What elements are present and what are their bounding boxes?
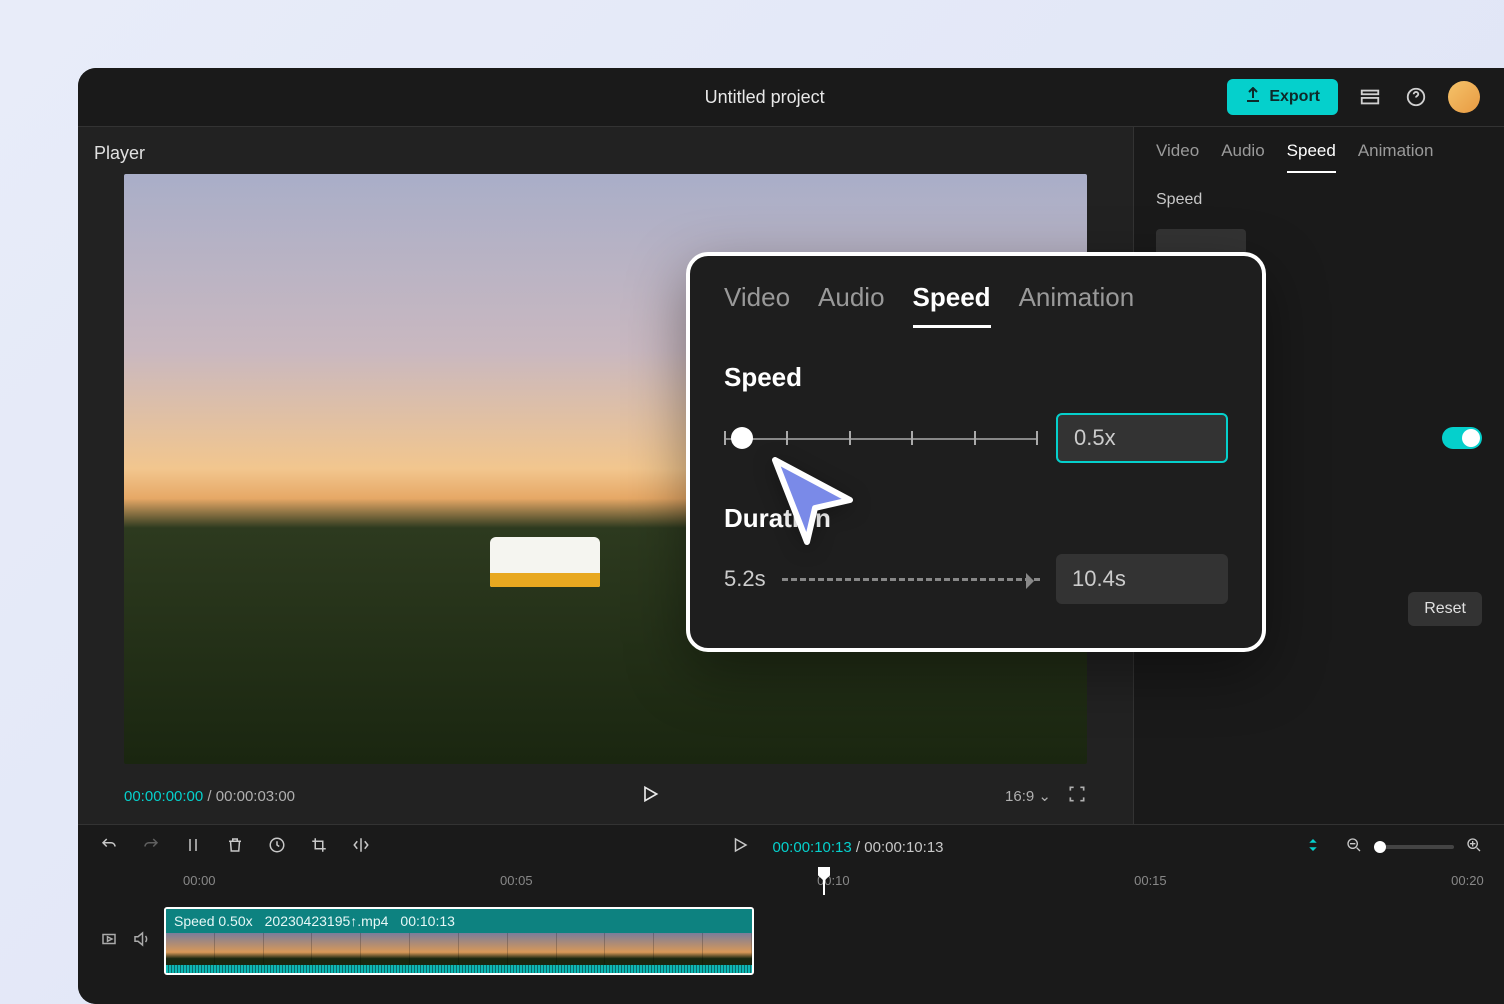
popup-tab-speed[interactable]: Speed — [913, 282, 991, 328]
avatar[interactable] — [1448, 81, 1480, 113]
timeline-toolbar: 00:00:10:13 / 00:00:10:13 — [78, 825, 1504, 869]
clip-header: Speed 0.50x 20230423195↑.mp4 00:10:13 — [166, 909, 752, 933]
duration-row: 5.2s 10.4s — [724, 554, 1228, 604]
clip-duration: 00:10:13 — [400, 913, 455, 929]
side-tabs: Video Audio Speed Animation — [1156, 141, 1482, 173]
zoom-out-icon[interactable] — [1346, 837, 1362, 857]
popup-tab-animation[interactable]: Animation — [1019, 282, 1135, 328]
undo-icon[interactable] — [100, 836, 118, 858]
aspect-controls: 16:9 ⌄ — [1005, 784, 1087, 808]
player-controls: 00:00:00:00 / 00:00:03:00 16:9 ⌄ — [94, 774, 1117, 808]
redo-icon[interactable] — [142, 836, 160, 858]
arrow-icon — [782, 578, 1040, 581]
aspect-ratio-select[interactable]: 16:9 ⌄ — [1005, 787, 1051, 805]
ruler-tick: 00:15 — [1134, 873, 1167, 888]
chevron-down-icon: ⌄ — [1038, 788, 1051, 805]
help-icon[interactable] — [1402, 83, 1430, 111]
time-current: 00:00:00:00 — [124, 788, 203, 805]
reset-button[interactable]: Reset — [1408, 592, 1482, 626]
timeline-section: 00:00:10:13 / 00:00:10:13 00:00 00:05 00… — [78, 824, 1504, 1004]
timeline-body: 00:00 00:05 00:10 00:15 00:20 Speed 0.50… — [78, 869, 1504, 987]
flip-icon[interactable] — [352, 836, 370, 858]
upload-icon — [1245, 87, 1261, 108]
duration-from: 5.2s — [724, 566, 766, 592]
tracks-area: Speed 0.50x 20230423195↑.mp4 00:10:13 — [78, 895, 1504, 987]
ruler-tick: 00:05 — [500, 873, 533, 888]
cursor-pointer-icon — [765, 450, 865, 550]
playhead[interactable] — [823, 869, 825, 895]
timeline-timecode: 00:00:10:13 / 00:00:10:13 — [773, 839, 944, 856]
time-total: 00:00:03:00 — [216, 788, 295, 805]
timeline-clip[interactable]: Speed 0.50x 20230423195↑.mp4 00:10:13 — [164, 907, 754, 975]
timeline-play-icon[interactable] — [731, 836, 749, 858]
export-label: Export — [1269, 88, 1320, 106]
clip-speed-badge: Speed 0.50x — [174, 913, 253, 929]
speed-value-input[interactable]: 0.5x — [1056, 413, 1228, 463]
track-mute-icon[interactable] — [132, 930, 150, 953]
snap-icon[interactable] — [1304, 836, 1322, 858]
zoom-controls — [1346, 837, 1482, 857]
clip-waveform — [166, 965, 752, 975]
speed-section-label: Speed — [1156, 191, 1482, 209]
popup-tab-video[interactable]: Video — [724, 282, 790, 328]
clip-thumbnails — [166, 933, 752, 965]
layout-icon[interactable] — [1356, 83, 1384, 111]
tab-video[interactable]: Video — [1156, 141, 1199, 173]
speed-tool-icon[interactable] — [268, 836, 286, 858]
duration-to-input[interactable]: 10.4s — [1056, 554, 1228, 604]
split-icon[interactable] — [184, 836, 202, 858]
header-bar: Untitled project Export — [78, 68, 1504, 126]
export-button[interactable]: Export — [1227, 79, 1338, 115]
preview-content — [490, 537, 600, 587]
player-timecode: 00:00:00:00 / 00:00:03:00 — [124, 788, 295, 805]
slider-thumb[interactable] — [731, 427, 753, 449]
fullscreen-icon[interactable] — [1067, 784, 1087, 808]
timeline-ruler[interactable]: 00:00 00:05 00:10 00:15 00:20 — [183, 869, 1504, 895]
track-visibility-icon[interactable] — [100, 930, 118, 953]
ruler-tick: 00:00 — [183, 873, 216, 888]
popup-tabs: Video Audio Speed Animation — [724, 282, 1228, 328]
project-title[interactable]: Untitled project — [302, 87, 1227, 108]
player-label: Player — [94, 143, 1117, 164]
ruler-tick: 00:20 — [1451, 873, 1484, 888]
zoom-in-icon[interactable] — [1466, 837, 1482, 857]
clip-filename: 20230423195↑.mp4 — [265, 913, 389, 929]
popup-speed-label: Speed — [724, 362, 1228, 393]
delete-icon[interactable] — [226, 836, 244, 858]
toggle-switch[interactable] — [1442, 427, 1482, 449]
play-button[interactable] — [640, 784, 660, 808]
tab-animation[interactable]: Animation — [1358, 141, 1434, 173]
tab-speed[interactable]: Speed — [1287, 141, 1336, 173]
tab-audio[interactable]: Audio — [1221, 141, 1264, 173]
header-actions: Export — [1227, 79, 1480, 115]
zoom-slider[interactable] — [1374, 845, 1454, 849]
popup-tab-audio[interactable]: Audio — [818, 282, 885, 328]
crop-icon[interactable] — [310, 836, 328, 858]
